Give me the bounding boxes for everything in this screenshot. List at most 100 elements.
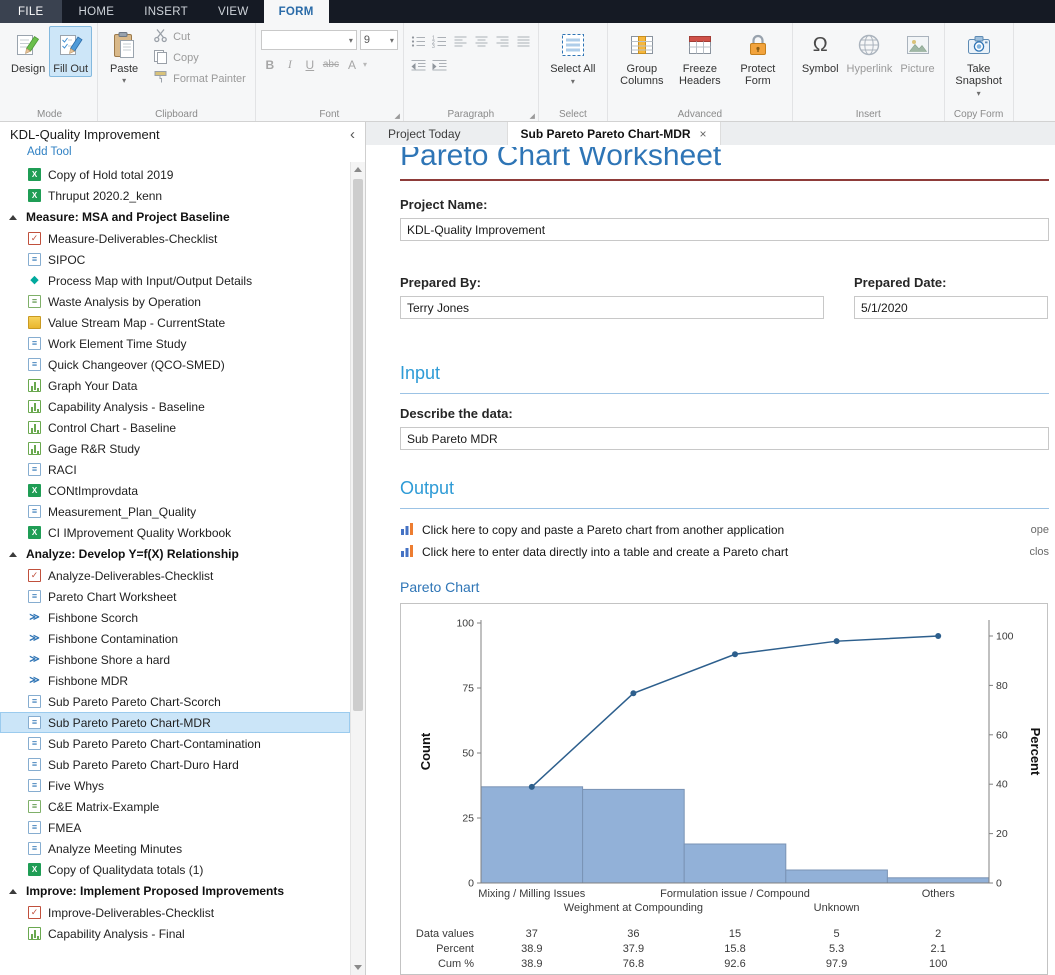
font-color-button[interactable]: A <box>343 55 361 74</box>
graph-icon <box>28 442 41 455</box>
tree-item[interactable]: Graph Your Data <box>0 375 350 396</box>
tree-item[interactable]: FMEA <box>0 817 350 838</box>
italic-button[interactable]: I <box>281 55 299 74</box>
tree-section[interactable]: Analyze: Develop Y=f(X) Relationship <box>0 543 350 565</box>
copy-paste-pareto-link[interactable]: Click here to copy and paste a Pareto ch… <box>400 519 1049 541</box>
ribbon-tab-insert[interactable]: INSERT <box>129 0 203 23</box>
tree-item[interactable]: CI IMprovement Quality Workbook <box>0 522 350 543</box>
format-painter-button[interactable]: Format Painter <box>149 68 250 89</box>
tree-item[interactable]: Fishbone MDR <box>0 670 350 691</box>
tree-item[interactable]: CONtImprovdata <box>0 480 350 501</box>
decrease-indent-button[interactable] <box>409 56 428 74</box>
group-columns-button[interactable]: Group Columns <box>613 26 671 89</box>
svg-text:36: 36 <box>627 928 639 940</box>
font-family-select[interactable]: ▾ <box>261 30 357 50</box>
ribbon-tab-form[interactable]: FORM <box>264 0 329 23</box>
font-size-select[interactable]: 9▾ <box>360 30 398 50</box>
symbol-button[interactable]: Ω Symbol <box>798 26 843 77</box>
tree-item[interactable]: Fishbone Scorch <box>0 607 350 628</box>
tree-item[interactable]: Work Element Time Study <box>0 333 350 354</box>
tree-item[interactable]: Control Chart - Baseline <box>0 417 350 438</box>
tree-item[interactable]: Five Whys <box>0 775 350 796</box>
sidebar-scrollbar[interactable] <box>350 162 365 975</box>
strikethrough-button[interactable]: abc <box>321 55 341 74</box>
tree-item[interactable]: RACI <box>0 459 350 480</box>
tree-item[interactable]: Analyze-Deliverables-Checklist <box>0 565 350 586</box>
copy-button[interactable]: Copy <box>149 47 250 68</box>
sidebar-collapse-icon[interactable]: ‹ <box>350 129 355 141</box>
tree-item[interactable]: Waste Analysis by Operation <box>0 291 350 312</box>
paste-button[interactable]: Paste ▾ <box>103 26 145 89</box>
section-expanded-chevron-icon[interactable] <box>9 889 17 894</box>
section-expanded-chevron-icon[interactable] <box>9 215 17 220</box>
clipboard-group-label: Clipboard <box>98 109 255 120</box>
tree-item[interactable]: Value Stream Map - CurrentState <box>0 312 350 333</box>
hyperlink-button[interactable]: Hyperlink <box>843 26 897 77</box>
tree-item[interactable]: Improve-Deliverables-Checklist <box>0 902 350 923</box>
take-snapshot-button[interactable]: Take Snapshot ▾ <box>950 26 1008 102</box>
close-tab-icon[interactable]: × <box>700 127 707 141</box>
bullet-list-button[interactable] <box>409 32 428 50</box>
add-tool-link[interactable]: Add Tool <box>0 143 365 162</box>
tree-item[interactable]: Capability Analysis - Final <box>0 923 350 944</box>
take-snapshot-icon <box>966 30 992 60</box>
tree-item[interactable]: Pareto Chart Worksheet <box>0 586 350 607</box>
input-section-divider <box>400 393 1049 394</box>
tab-project-today[interactable]: Project Today <box>375 122 474 145</box>
ribbon-tab-home[interactable]: HOME <box>64 0 130 23</box>
tree-item[interactable]: Sub Pareto Pareto Chart-MDR <box>0 712 350 733</box>
svg-text:20: 20 <box>996 828 1008 840</box>
tab-sub-pareto-pareto-chart-mdr[interactable]: Sub Pareto Pareto Chart-MDR × <box>507 122 721 145</box>
tree-section[interactable]: Improve: Implement Proposed Improvements <box>0 880 350 902</box>
underline-button[interactable]: U <box>301 55 319 74</box>
tree-item[interactable]: Sub Pareto Pareto Chart-Contamination <box>0 733 350 754</box>
doc-icon <box>28 695 41 708</box>
align-center-button[interactable] <box>472 32 491 50</box>
bold-button[interactable]: B <box>261 55 279 74</box>
align-left-button[interactable] <box>451 32 470 50</box>
design-button[interactable]: Design <box>7 26 49 77</box>
describe-data-input[interactable] <box>400 427 1049 450</box>
picture-button[interactable]: Picture <box>896 26 938 77</box>
select-all-button[interactable]: Select All ▾ <box>544 26 602 90</box>
align-right-button[interactable] <box>493 32 512 50</box>
cut-button[interactable]: Cut <box>149 26 250 47</box>
tree-item[interactable]: Gage R&R Study <box>0 438 350 459</box>
svg-text:38.9: 38.9 <box>521 958 542 970</box>
tree-item[interactable]: Sub Pareto Pareto Chart-Duro Hard <box>0 754 350 775</box>
scroll-down-icon[interactable] <box>351 960 365 975</box>
tree-item[interactable]: Measurement_Plan_Quality <box>0 501 350 522</box>
scroll-up-icon[interactable] <box>351 162 365 177</box>
tree-item[interactable]: Copy of Qualitydata totals (1) <box>0 859 350 880</box>
ribbon-tab-view[interactable]: VIEW <box>203 0 264 23</box>
increase-indent-button[interactable] <box>430 56 449 74</box>
enter-data-link[interactable]: Click here to enter data directly into a… <box>400 541 1049 563</box>
freeze-headers-button[interactable]: Freeze Headers <box>671 26 729 89</box>
tree-item[interactable]: Process Map with Input/Output Details <box>0 270 350 291</box>
tree-item[interactable]: Thruput 2020.2_kenn <box>0 185 350 206</box>
project-tree: Copy of Hold total 2019Thruput 2020.2_ke… <box>0 162 350 975</box>
tree-item[interactable]: Measure-Deliverables-Checklist <box>0 228 350 249</box>
align-justify-button[interactable] <box>514 32 533 50</box>
tree-item[interactable]: Sub Pareto Pareto Chart-Scorch <box>0 691 350 712</box>
protect-form-button[interactable]: Protect Form <box>729 26 787 89</box>
tree-item[interactable]: Capability Analysis - Baseline <box>0 396 350 417</box>
project-name-input[interactable] <box>400 218 1049 241</box>
prepared-date-input[interactable] <box>854 296 1048 319</box>
prepared-by-input[interactable] <box>400 296 824 319</box>
fill-out-button[interactable]: Fill Out <box>49 26 92 77</box>
tree-item[interactable]: Copy of Hold total 2019 <box>0 164 350 185</box>
scrollbar-thumb[interactable] <box>353 179 363 711</box>
tree-item[interactable]: Fishbone Shore a hard <box>0 649 350 670</box>
numbered-list-button[interactable]: 123 <box>430 32 449 50</box>
tree-item[interactable]: Fishbone Contamination <box>0 628 350 649</box>
tree-item[interactable]: SIPOC <box>0 249 350 270</box>
section-expanded-chevron-icon[interactable] <box>9 552 17 557</box>
ribbon-tab-file[interactable]: FILE <box>0 0 62 23</box>
tree-item[interactable]: C&E Matrix-Example <box>0 796 350 817</box>
tree-item[interactable]: Analyze Meeting Minutes <box>0 838 350 859</box>
svg-text:Cum %: Cum % <box>438 958 474 970</box>
tree-section[interactable]: Measure: MSA and Project Baseline <box>0 206 350 228</box>
tree-item[interactable]: Quick Changeover (QCO-SMED) <box>0 354 350 375</box>
copy-form-group-label: Copy Form <box>945 109 1013 120</box>
